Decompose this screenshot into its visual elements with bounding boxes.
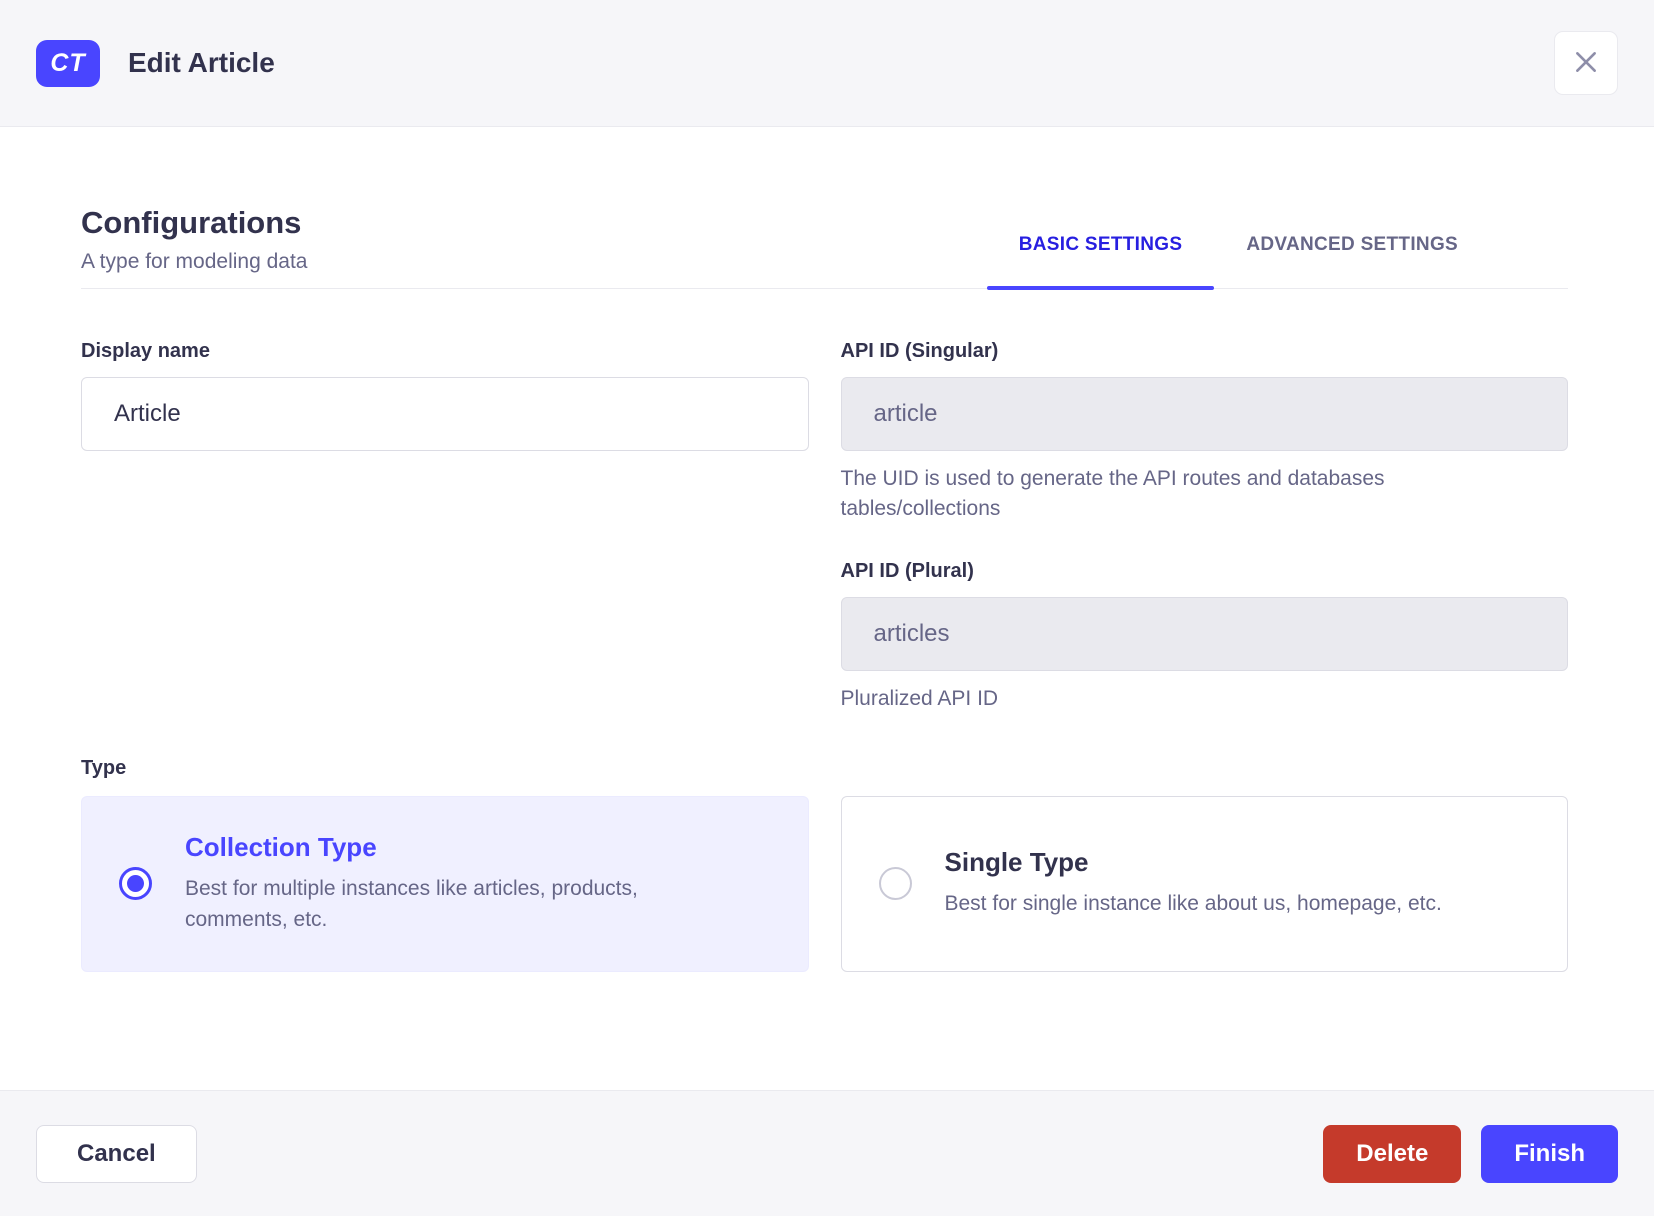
api-id-plural-field-group: API ID (Plural) Pluralized API ID bbox=[840, 560, 1568, 714]
tab-basic-settings[interactable]: BASIC SETTINGS bbox=[986, 234, 1215, 290]
collection-type-option[interactable]: Collection Type Best for multiple instan… bbox=[81, 795, 809, 972]
configuration-form: Display name API ID (Singular) The UID i… bbox=[81, 340, 1568, 715]
close-icon bbox=[1573, 49, 1599, 78]
api-id-singular-field-group: API ID (Singular) The UID is used to gen… bbox=[840, 340, 1568, 524]
modal-title: Edit Article bbox=[128, 47, 275, 78]
collection-type-radio[interactable] bbox=[119, 867, 152, 901]
display-name-field-group: Display name bbox=[81, 340, 809, 451]
collection-type-title: Collection Type bbox=[185, 832, 377, 863]
cancel-button[interactable]: Cancel bbox=[36, 1124, 197, 1183]
api-id-singular-label: API ID (Singular) bbox=[840, 340, 999, 362]
display-name-input[interactable] bbox=[81, 377, 809, 451]
delete-button[interactable]: Delete bbox=[1323, 1124, 1462, 1183]
display-name-label: Display name bbox=[81, 340, 210, 362]
type-label: Type bbox=[81, 756, 127, 779]
form-column-left: Display name bbox=[81, 340, 809, 715]
collection-type-description: Best for multiple instances like article… bbox=[185, 877, 638, 931]
modal-footer: Cancel Delete Finish bbox=[0, 1090, 1654, 1216]
api-id-singular-hint: The UID is used to generate the API rout… bbox=[840, 467, 1385, 521]
settings-tablist: BASIC SETTINGS ADVANCED SETTINGS bbox=[986, 234, 1490, 290]
api-id-plural-label: API ID (Plural) bbox=[840, 560, 974, 583]
close-button[interactable] bbox=[1554, 31, 1618, 95]
content-type-badge: CT bbox=[36, 39, 100, 87]
page-title: Configurations bbox=[81, 205, 302, 240]
api-id-singular-input bbox=[840, 377, 1568, 451]
api-id-plural-input bbox=[840, 597, 1568, 672]
modal-body: Configurations A type for modeling data … bbox=[0, 127, 1654, 1090]
content-type-badge-label: CT bbox=[50, 48, 86, 77]
modal-header: CT Edit Article bbox=[0, 0, 1654, 127]
single-type-text: Single Type Best for single instance lik… bbox=[945, 847, 1442, 919]
collection-type-text: Collection Type Best for multiple instan… bbox=[185, 832, 730, 935]
single-type-title: Single Type bbox=[944, 847, 1089, 878]
form-column-right: API ID (Singular) The UID is used to gen… bbox=[840, 340, 1568, 715]
single-type-option[interactable]: Single Type Best for single instance lik… bbox=[840, 795, 1568, 972]
section-titles: Configurations A type for modeling data bbox=[81, 205, 307, 288]
section-head: Configurations A type for modeling data … bbox=[81, 205, 1568, 290]
tab-advanced-settings[interactable]: ADVANCED SETTINGS bbox=[1214, 234, 1490, 288]
api-id-plural-hint: Pluralized API ID bbox=[840, 687, 999, 711]
type-section: Type Collection Type Best for multiple i… bbox=[81, 757, 1568, 972]
single-type-description: Best for single instance like about us, … bbox=[944, 892, 1442, 916]
page-subtitle: A type for modeling data bbox=[81, 250, 308, 273]
single-type-radio[interactable] bbox=[878, 867, 912, 901]
finish-button[interactable]: Finish bbox=[1481, 1124, 1618, 1183]
type-options: Collection Type Best for multiple instan… bbox=[81, 795, 1568, 972]
